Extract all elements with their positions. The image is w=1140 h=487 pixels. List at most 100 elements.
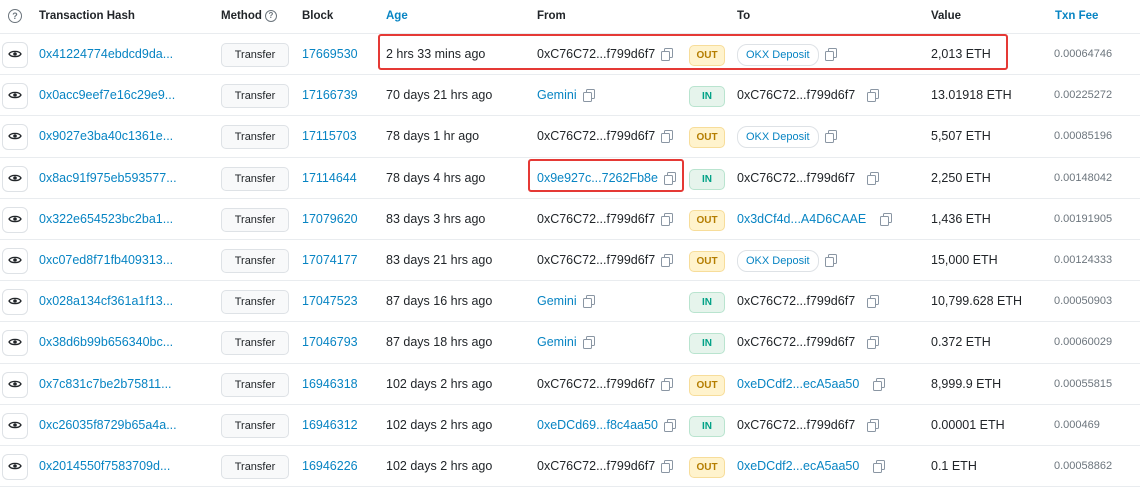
method-help-icon[interactable]: ? [264, 10, 277, 22]
view-details-button[interactable] [2, 412, 28, 439]
view-details-button[interactable] [2, 453, 28, 480]
copy-icon[interactable] [661, 459, 674, 473]
copy-icon[interactable] [582, 89, 595, 103]
age-text: 2 hrs 33 mins ago [386, 47, 486, 61]
block-link[interactable]: 17115703 [302, 116, 357, 156]
value-text: 0.372 ETH [931, 335, 991, 350]
to-label-pill[interactable]: OKX Deposit [737, 249, 819, 272]
view-details-button[interactable] [2, 330, 28, 357]
view-details-button[interactable] [2, 289, 28, 316]
age-text: 78 days 1 hr ago [386, 129, 480, 144]
transaction-hash-link[interactable]: 0x8ac91f975eb593577... [39, 158, 177, 198]
view-details-button[interactable] [2, 206, 28, 233]
to-cell: 0xeDCdf2...ecA5aa50 [737, 446, 886, 486]
copy-icon[interactable] [873, 459, 886, 473]
from-address-link[interactable]: Gemini [537, 88, 577, 102]
transaction-hash-link[interactable]: 0x2014550f7583709d... [39, 446, 170, 486]
transaction-hash-link[interactable]: 0xc26035f8729b65a4a... [39, 405, 177, 445]
method-badge: Transfer [221, 43, 289, 67]
copy-icon[interactable] [867, 418, 880, 432]
copy-icon[interactable] [663, 171, 676, 185]
to-address-link[interactable]: 0xeDCdf2...ecA5aa50 [737, 459, 859, 473]
to-address-link[interactable]: 0x3dCf4d...A4D6CAAE [737, 212, 866, 226]
from-cell: 0xeDCd69...f8c4aa50 [537, 405, 676, 445]
copy-icon[interactable] [880, 212, 893, 226]
value-text: 5,507 ETH [931, 129, 991, 144]
view-details-button[interactable] [2, 247, 28, 274]
copy-icon[interactable] [867, 89, 880, 103]
column-age-toggle[interactable]: Age [386, 0, 408, 33]
copy-icon[interactable] [661, 212, 674, 226]
block-link[interactable]: 17074177 [302, 240, 358, 280]
block-link[interactable]: 16946226 [302, 446, 358, 486]
view-details-button[interactable] [2, 371, 28, 398]
view-details-button[interactable] [2, 83, 28, 110]
view-details-button[interactable] [2, 42, 28, 68]
from-address: 0xC76C72...f799d6f7 [537, 458, 656, 473]
to-address-link[interactable]: 0xeDCdf2...ecA5aa50 [737, 377, 859, 391]
transaction-hash-link[interactable]: 0x028a134cf361a1f13... [39, 281, 173, 321]
question-circle-icon[interactable]: ? [8, 9, 22, 23]
column-block: Block [302, 10, 334, 22]
from-address: 0xC76C72...f799d6f7 [537, 376, 656, 391]
transaction-hash-link[interactable]: 0x322e654523bc2ba1... [39, 199, 173, 239]
method-badge: Transfer [221, 248, 289, 273]
copy-icon[interactable] [582, 295, 595, 309]
column-txn-fee-toggle[interactable]: Txn Fee [1055, 0, 1098, 33]
copy-icon[interactable] [661, 130, 674, 144]
copy-icon[interactable] [661, 48, 674, 61]
transaction-hash-link[interactable]: 0xc07ed8f71fb409313... [39, 240, 173, 280]
copy-icon[interactable] [582, 336, 595, 350]
from-address-link[interactable]: 0xeDCd69...f8c4aa50 [537, 418, 658, 432]
to-cell: 0xC76C72...f799d6f7 [737, 405, 880, 445]
direction-badge: OUT [689, 209, 725, 231]
age-text: 83 days 21 hrs ago [386, 252, 493, 267]
block-link[interactable]: 17114644 [302, 158, 357, 198]
txn-fee-text: 0.00058862 [1054, 459, 1113, 472]
block-link[interactable]: 16946318 [302, 364, 358, 404]
block-link[interactable]: 17079620 [302, 199, 358, 239]
from-address-link[interactable]: Gemini [537, 335, 577, 349]
direction-badge: OUT [689, 250, 725, 272]
block-link[interactable]: 17046793 [302, 322, 358, 362]
from-address: 0xC76C72...f799d6f7 [537, 47, 656, 61]
to-label-pill[interactable]: OKX Deposit [737, 126, 819, 149]
age-text: 87 days 16 hrs ago [386, 294, 493, 309]
copy-icon[interactable] [824, 130, 837, 144]
copy-icon[interactable] [661, 253, 674, 267]
transaction-hash-link[interactable]: 0x7c831c7be2b75811... [39, 364, 172, 404]
transaction-hash-link[interactable]: 0x9027e3ba40c1361e... [39, 116, 173, 156]
block-link[interactable]: 17669530 [302, 34, 358, 74]
table-row: 0x0acc9eef7e16c29e9... Transfer 17166739 70… [0, 75, 1140, 117]
to-cell: 0xC76C72...f799d6f7 [737, 322, 880, 362]
to-cell: 0xC76C72...f799d6f7 [737, 158, 880, 198]
value-text: 13.01918 ETH [931, 88, 1012, 103]
direction-badge: IN [689, 415, 725, 437]
copy-icon[interactable] [663, 418, 676, 432]
transaction-hash-link[interactable]: 0x0acc9eef7e16c29e9... [39, 75, 175, 115]
txn-fee-text: 0.00064746 [1054, 48, 1113, 60]
to-address: 0xC76C72...f799d6f7 [737, 170, 856, 185]
from-address-link[interactable]: Gemini [537, 294, 577, 308]
block-link[interactable]: 16946312 [302, 405, 358, 445]
copy-icon[interactable] [661, 377, 674, 391]
from-address-link[interactable]: 0x9e927c...7262Fb8e [537, 171, 658, 185]
view-details-button[interactable] [2, 124, 28, 151]
view-details-button[interactable] [2, 165, 28, 192]
copy-icon[interactable] [867, 295, 880, 309]
block-link[interactable]: 17166739 [302, 75, 358, 115]
column-method-label: Method [221, 10, 262, 22]
copy-icon[interactable] [867, 171, 880, 185]
transaction-hash-link[interactable]: 0x38d6b99b656340bc... [39, 322, 173, 362]
copy-icon[interactable] [867, 336, 880, 350]
from-cell: 0xC76C72...f799d6f7 [537, 34, 674, 74]
copy-icon[interactable] [873, 377, 886, 391]
to-label-pill[interactable]: OKX Deposit [737, 43, 819, 66]
copy-icon[interactable] [824, 48, 837, 61]
direction-badge: IN [689, 292, 725, 314]
table-row: 0x9027e3ba40c1361e... Transfer 17115703 78 … [0, 116, 1140, 158]
from-address: 0xC76C72...f799d6f7 [537, 211, 656, 226]
transaction-hash-link[interactable]: 0x41224774ebdcd9da... [39, 34, 173, 74]
block-link[interactable]: 17047523 [302, 281, 358, 321]
copy-icon[interactable] [824, 253, 837, 267]
